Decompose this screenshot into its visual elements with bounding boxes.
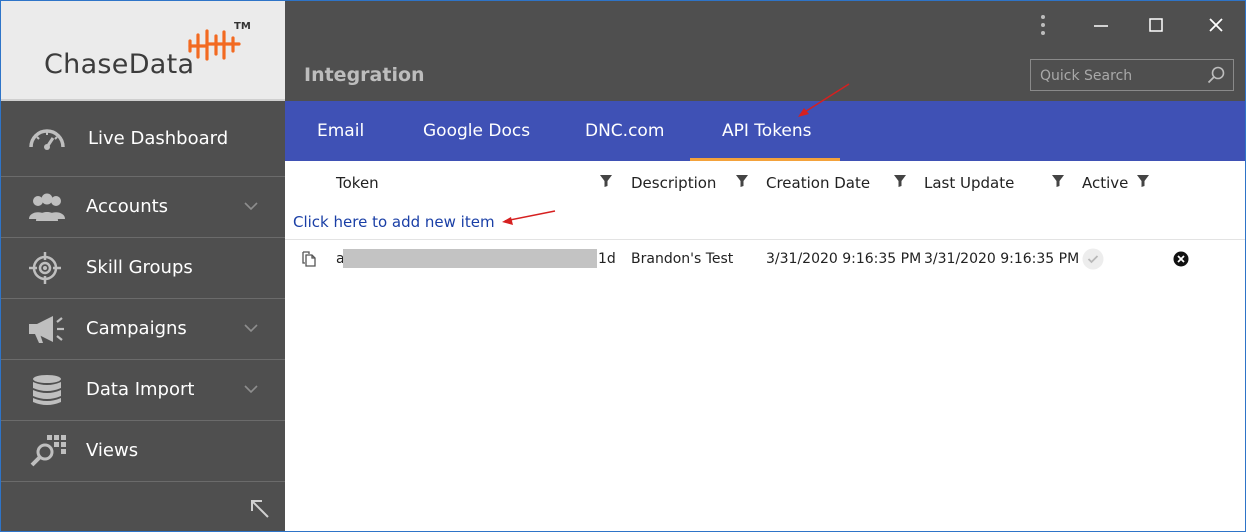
chevron-down-icon[interactable] [244, 384, 258, 394]
annotation-arrow [502, 210, 556, 225]
last-update-cell: 3/31/2020 9:16:35 PM [924, 251, 1080, 267]
sidebar: ChaseData TM Live Dashboard Accounts Ski… [1, 1, 285, 531]
token-value-end: 1d [598, 251, 616, 267]
logo-waveform-icon [188, 29, 241, 61]
sidebar-item-label: Live Dashboard [88, 128, 229, 149]
app-window: ChaseData TM Live Dashboard Accounts Ski… [0, 0, 1246, 532]
filter-icon[interactable] [600, 175, 612, 187]
sidebar-item-data-import[interactable]: Data Import [1, 360, 285, 421]
page-title: Integration [304, 64, 425, 86]
filter-icon[interactable] [894, 175, 906, 187]
chevron-down-icon[interactable] [244, 201, 258, 211]
collapse-sidebar-icon[interactable] [249, 498, 271, 520]
header: Integration Quick Search [285, 1, 1245, 101]
sidebar-nav: Live Dashboard Accounts Skill Groups Cam… [1, 101, 285, 482]
chevron-down-icon[interactable] [244, 323, 258, 333]
sidebar-item-skill-groups[interactable]: Skill Groups [1, 238, 285, 299]
annotation-arrow [798, 83, 850, 117]
sidebar-item-campaigns[interactable]: Campaigns [1, 299, 285, 360]
sidebar-item-label: Views [86, 440, 139, 461]
redacted-token [343, 249, 597, 268]
more-options-icon[interactable] [1039, 13, 1047, 37]
tab-google-docs[interactable]: Google Docs [423, 101, 530, 161]
sidebar-item-live-dashboard[interactable]: Live Dashboard [1, 101, 285, 177]
sidebar-item-accounts[interactable]: Accounts [1, 177, 285, 238]
column-header-last-update[interactable]: Last Update [924, 174, 1014, 192]
close-icon[interactable] [1209, 18, 1223, 32]
sidebar-item-views[interactable]: Views [1, 421, 285, 482]
active-checkbox[interactable] [1082, 248, 1104, 270]
column-header-token[interactable]: Token [336, 174, 379, 192]
users-icon [29, 193, 65, 221]
database-icon [33, 375, 61, 405]
delete-icon[interactable] [1173, 251, 1189, 267]
filter-icon[interactable] [1137, 175, 1149, 187]
creation-date-cell: 3/31/2020 9:16:35 PM [766, 251, 922, 267]
logo: ChaseData TM [1, 1, 285, 101]
row-divider [285, 239, 1245, 240]
tab-email[interactable]: Email [317, 101, 364, 161]
copy-icon[interactable] [302, 251, 316, 267]
logo-text: ChaseData [44, 49, 195, 80]
sidebar-item-label: Campaigns [86, 318, 187, 339]
filter-icon[interactable] [736, 175, 748, 187]
column-header-creation-date[interactable]: Creation Date [766, 174, 870, 192]
crosshair-icon [29, 252, 61, 284]
column-header-description[interactable]: Description [631, 174, 716, 192]
filter-icon[interactable] [1052, 175, 1064, 187]
megaphone-icon [29, 316, 64, 343]
magnifier-grid-icon [30, 435, 66, 467]
minimize-icon[interactable] [1093, 17, 1109, 33]
column-header-active[interactable]: Active [1082, 174, 1128, 192]
maximize-icon[interactable] [1149, 18, 1163, 32]
search-placeholder: Quick Search [1040, 68, 1133, 84]
search-icon[interactable] [1207, 66, 1225, 84]
tokens-grid: Token Description Creation Date Last Upd… [285, 161, 1245, 531]
quick-search-input[interactable]: Quick Search [1030, 59, 1234, 91]
speedometer-icon [29, 129, 65, 150]
tab-dnc-com[interactable]: DNC.com [585, 101, 664, 161]
sidebar-item-label: Data Import [86, 379, 195, 400]
sidebar-item-label: Skill Groups [86, 257, 193, 278]
description-cell: Brandon's Test [631, 251, 734, 267]
add-new-item-link[interactable]: Click here to add new item [293, 213, 495, 231]
tab-bar: Email Google Docs DNC.com API Tokens [285, 101, 1245, 161]
logo-trademark: TM [234, 21, 251, 32]
sidebar-item-label: Accounts [86, 196, 169, 217]
